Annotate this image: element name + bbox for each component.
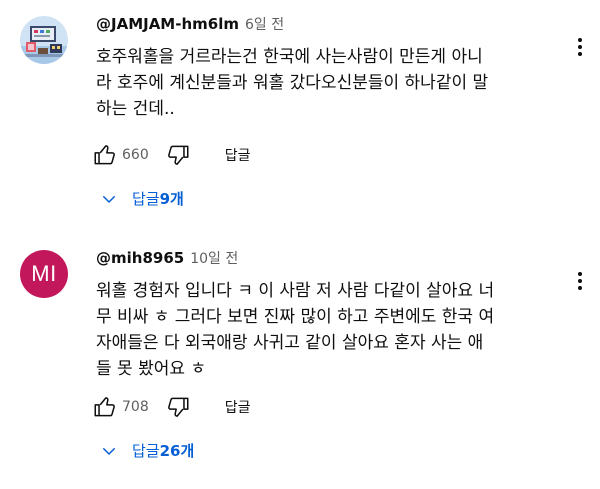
like-count: 660 — [122, 147, 149, 163]
more-dot — [578, 52, 582, 56]
thumbs-down-icon[interactable] — [165, 394, 191, 420]
replies-count: 26개 — [159, 442, 195, 460]
reply-button[interactable]: 답글 — [225, 145, 251, 165]
avatar[interactable] — [20, 16, 68, 64]
view-replies-button[interactable]: 답글 26개 — [100, 440, 194, 461]
reply-button[interactable]: 답글 — [225, 397, 251, 417]
more-dot — [578, 272, 582, 276]
more-dot — [578, 38, 582, 42]
thumbs-up-icon[interactable] — [92, 142, 118, 168]
comment-time[interactable]: 10일 전 — [190, 248, 238, 268]
avatar[interactable]: MI — [20, 250, 68, 298]
thumbs-up-icon[interactable] — [92, 394, 118, 420]
chevron-down-icon — [103, 447, 115, 455]
avatar-initials: MI — [31, 261, 57, 286]
replies-count: 9개 — [159, 190, 184, 208]
more-dot — [578, 279, 582, 283]
comment-text: 워홀 경험자 입니다 ㅋ 이 사람 저 사람 다같이 살아요 너 무 비싸 ㅎ … — [96, 281, 495, 379]
replies-label: 답글 — [132, 442, 160, 460]
comment-header: @JAMJAM-hm6lm 6일 전 — [96, 14, 284, 34]
comment-actions: 660 답글 — [92, 142, 251, 168]
more-options-button[interactable] — [570, 36, 590, 58]
comment-time[interactable]: 6일 전 — [245, 14, 284, 34]
chevron-down-icon — [103, 195, 115, 203]
more-dot — [578, 286, 582, 290]
view-replies-button[interactable]: 답글 9개 — [100, 188, 184, 209]
author-name[interactable]: @mih8965 — [96, 249, 184, 267]
replies-label: 답글 — [132, 190, 160, 208]
more-dot — [578, 45, 582, 49]
comment-text: 호주워홀을 거르라는건 한국에 사는사람이 만든게 아니 라 호주에 계신분들과… — [96, 47, 489, 119]
thumbs-down-icon[interactable] — [165, 142, 191, 168]
author-name[interactable]: @JAMJAM-hm6lm — [96, 15, 239, 33]
like-count: 708 — [122, 399, 149, 415]
comment-header: @mih8965 10일 전 — [96, 248, 238, 268]
more-options-button[interactable] — [570, 270, 590, 292]
pixel-art-avatar-icon — [20, 16, 68, 64]
comment-actions: 708 답글 — [92, 394, 251, 420]
